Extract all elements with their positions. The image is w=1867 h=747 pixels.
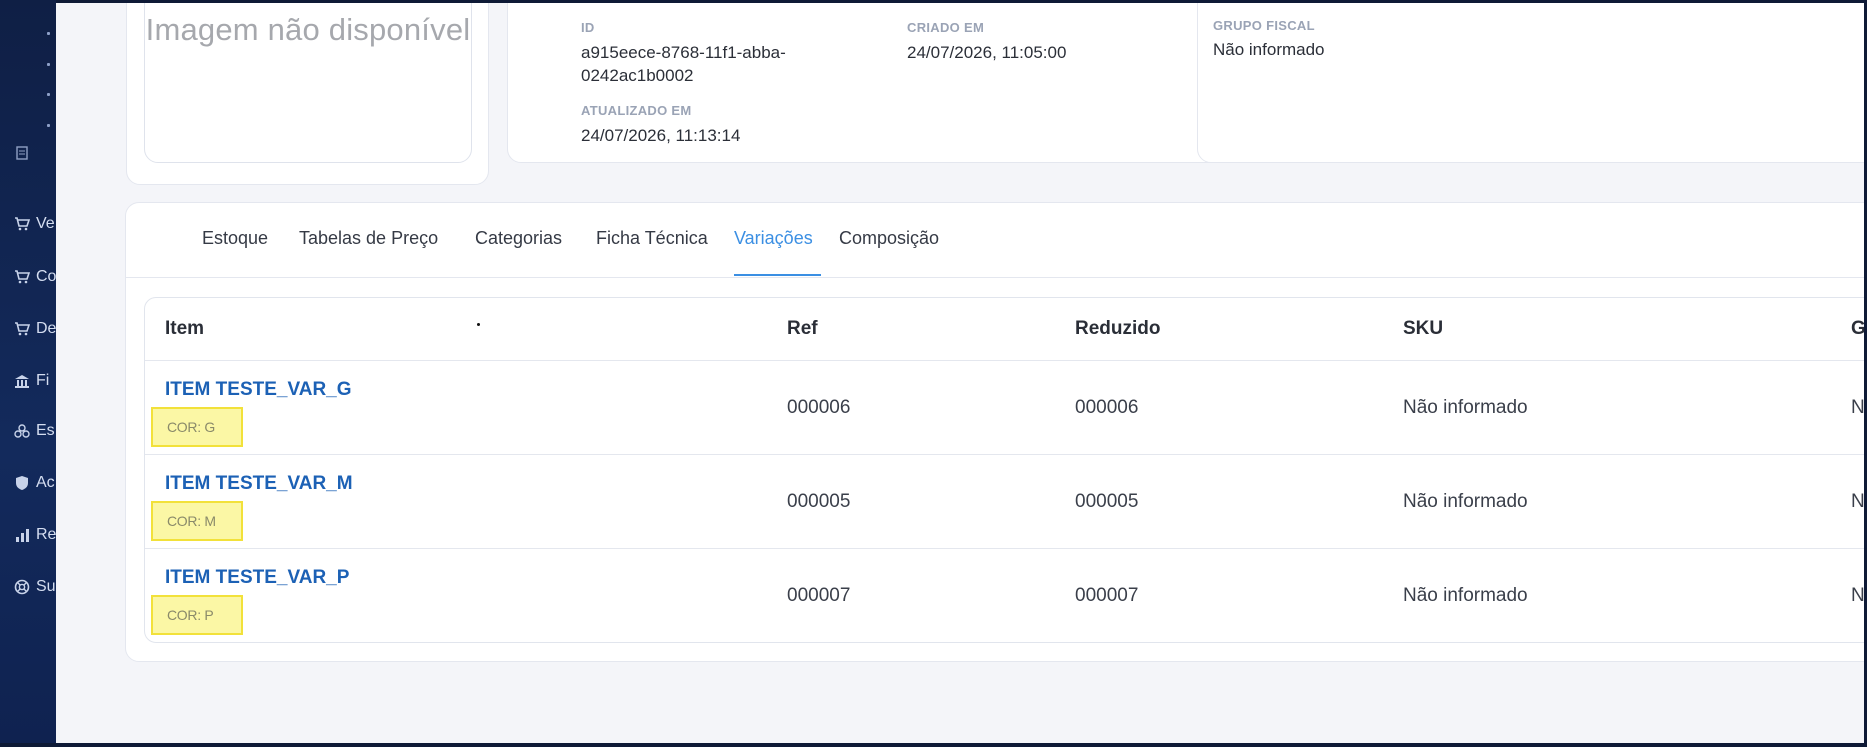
updated-value: 24/07/2026, 11:13:14 xyxy=(581,126,741,145)
sidebar-item-fi[interactable]: Fi xyxy=(14,370,56,392)
column-header-ref: Ref xyxy=(787,318,818,339)
cart-icon xyxy=(15,270,30,284)
sidebar-item-ve[interactable]: Ve xyxy=(14,213,56,235)
tab-categorias[interactable]: Categorias xyxy=(475,228,562,249)
tab-bar: Estoque Tabelas de Preço Categorias Fich… xyxy=(126,203,1864,278)
cart-icon xyxy=(15,322,30,336)
sku-cell: Não informado xyxy=(1403,585,1528,606)
id-value-line1: a915eece-8768-11f1-abba- xyxy=(581,43,786,62)
column-header-next: G xyxy=(1851,318,1864,340)
sidebar-item-label: Co xyxy=(36,268,56,285)
column-header-sku: SKU xyxy=(1403,318,1444,339)
boxes-icon xyxy=(14,424,30,438)
sidebar-item-label: De xyxy=(36,320,56,337)
fiscal-group-label: GRUPO FISCAL xyxy=(1213,18,1315,33)
fiscal-group-card: GRUPO FISCAL Não informado xyxy=(1197,3,1864,163)
image-unavailable-text: Imagem não disponível xyxy=(145,12,471,47)
main-content: Imagem não disponível ID a915eece-8768-1… xyxy=(56,3,1864,743)
next-column-cell: N xyxy=(1851,491,1864,512)
lifebuoy-icon xyxy=(14,579,30,595)
bar-chart-icon xyxy=(16,529,29,542)
table-row: ITEM TESTE_VAR_P COR: P 000007 000007 Nã… xyxy=(145,548,1864,642)
created-value: 24/07/2026, 11:05:00 xyxy=(907,43,1067,62)
cart-icon xyxy=(15,217,30,231)
tab-tabelas-de-preco[interactable]: Tabelas de Preço xyxy=(299,228,438,249)
details-panel: Estoque Tabelas de Preço Categorias Fich… xyxy=(125,202,1864,662)
tab-composicao[interactable]: Composição xyxy=(839,228,939,249)
table-row: ITEM TESTE_VAR_G COR: G 000006 000006 Nã… xyxy=(145,360,1864,454)
ref-cell: 000006 xyxy=(787,397,851,418)
sidebar-dot xyxy=(47,93,50,96)
reduzido-cell: 000007 xyxy=(1075,585,1139,606)
sidebar-item-co[interactable]: Co xyxy=(14,266,56,288)
sku-cell: Não informado xyxy=(1403,397,1528,418)
product-info-card: ID a915eece-8768-11f1-abba- 0242ac1b0002… xyxy=(507,3,1233,163)
reduzido-cell: 000005 xyxy=(1075,491,1139,512)
sidebar-item-label: Es xyxy=(36,422,55,439)
updated-label: ATUALIZADO EM xyxy=(581,103,692,118)
next-column-cell: N xyxy=(1851,585,1864,606)
next-column-cell: N xyxy=(1851,397,1864,418)
product-image-placeholder: Imagem não disponível xyxy=(144,3,472,163)
sidebar-item-label: Fi xyxy=(36,372,50,389)
item-link[interactable]: ITEM TESTE_VAR_G xyxy=(165,379,352,401)
window-frame-bottom xyxy=(0,743,1867,747)
list-icon xyxy=(16,146,28,160)
active-tab-indicator xyxy=(734,274,821,276)
sidebar: Ve Co De Fi Es Ac Re Su xyxy=(0,0,56,747)
item-link[interactable]: ITEM TESTE_VAR_P xyxy=(165,567,349,589)
id-label: ID xyxy=(581,20,595,35)
sidebar-item-su[interactable]: Su xyxy=(14,576,56,598)
column-header-reduzido: Reduzido xyxy=(1075,318,1161,339)
shield-icon xyxy=(16,476,28,490)
sku-cell: Não informado xyxy=(1403,491,1528,512)
sidebar-item-label: Ac xyxy=(36,474,55,491)
reduzido-cell: 000006 xyxy=(1075,397,1139,418)
sidebar-dot xyxy=(47,124,50,127)
created-label: CRIADO EM xyxy=(907,20,985,35)
sidebar-item-label: Re xyxy=(36,526,56,543)
cursor-dot xyxy=(477,323,480,326)
table-row: ITEM TESTE_VAR_M COR: M 000005 000005 Nã… xyxy=(145,454,1864,548)
tab-estoque[interactable]: Estoque xyxy=(202,228,268,249)
fiscal-group-value: Não informado xyxy=(1213,40,1325,59)
tab-variacoes[interactable]: Variações xyxy=(734,228,813,249)
id-value-line2: 0242ac1b0002 xyxy=(581,66,694,85)
sidebar-item-ac[interactable]: Ac xyxy=(14,472,56,494)
variation-attribute-badge: COR: M xyxy=(151,501,243,541)
variations-table: Item Ref Reduzido SKU G ITEM TESTE_VAR_G… xyxy=(144,297,1864,643)
item-link[interactable]: ITEM TESTE_VAR_M xyxy=(165,473,353,495)
bank-icon xyxy=(15,375,29,388)
ref-cell: 000005 xyxy=(787,491,851,512)
tab-ficha-tecnica[interactable]: Ficha Técnica xyxy=(596,228,708,249)
variation-attribute-badge: COR: G xyxy=(151,407,243,447)
sidebar-dot xyxy=(47,32,50,35)
sidebar-item-label: Su xyxy=(36,578,56,595)
sidebar-item-es[interactable]: Es xyxy=(14,420,56,442)
sidebar-item-label: Ve xyxy=(36,215,55,232)
sidebar-item-re[interactable]: Re xyxy=(14,524,56,546)
sidebar-item-list[interactable] xyxy=(14,142,56,164)
sidebar-dot xyxy=(47,63,50,66)
sidebar-item-de[interactable]: De xyxy=(14,318,56,340)
column-header-item: Item xyxy=(165,318,205,339)
variation-attribute-badge: COR: P xyxy=(151,595,243,635)
ref-cell: 000007 xyxy=(787,585,851,606)
